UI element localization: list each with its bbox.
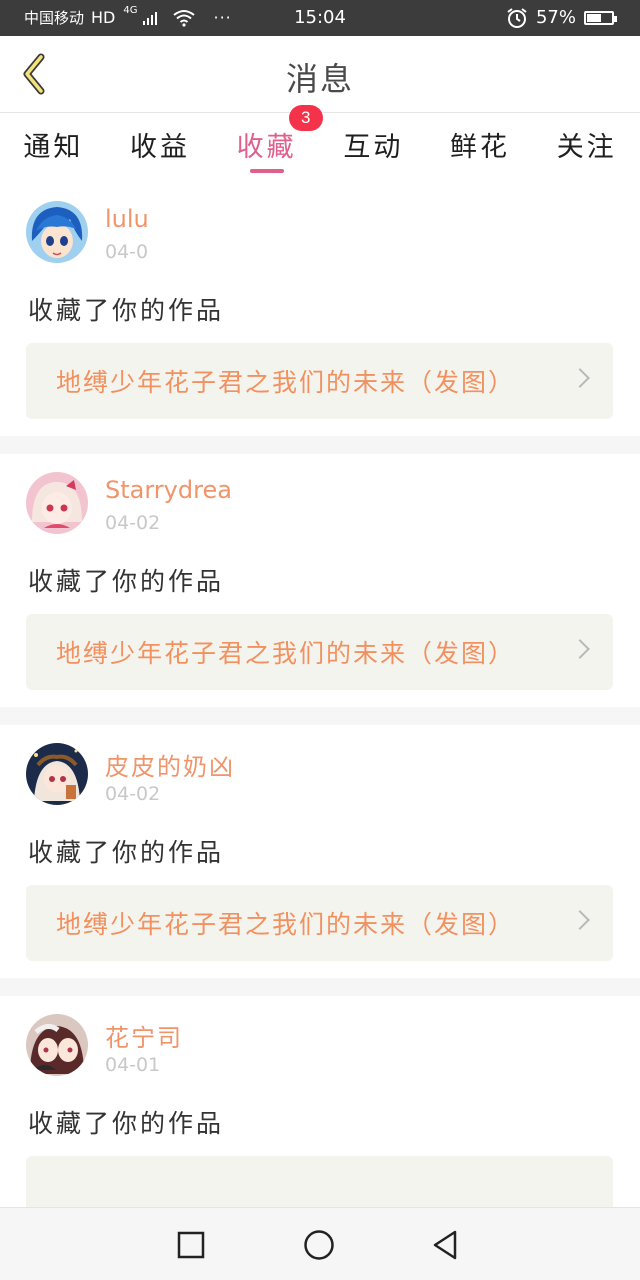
tab-label: 收益 [130, 132, 190, 163]
battery-icon [584, 11, 617, 25]
card-divider [0, 707, 640, 725]
card-divider [0, 436, 640, 454]
work-link[interactable]: 地缚少年花子君之我们的未来（发图） [26, 343, 613, 419]
home-button[interactable] [302, 1228, 336, 1262]
tab-label: 收藏 [236, 132, 297, 163]
work-link[interactable]: 地缚少年花子君之我们的未来（发图） [26, 885, 613, 961]
tab-label: 关注 [556, 132, 617, 163]
tab-active-indicator [249, 169, 284, 173]
tab-item[interactable]: 通知 [0, 113, 107, 183]
message-tabs: 通知 收益 收藏 3 互动 鲜花 关注 [0, 105, 640, 183]
alarm-icon [507, 8, 527, 28]
favorites-feed: lulu 04-0 收藏了你的作品 地缚少年花子君之我们的未来（发图） Starrydr… [0, 183, 640, 1249]
card-divider [0, 978, 640, 996]
circle-icon [304, 1230, 334, 1260]
app-header: 消息 [0, 36, 640, 113]
avatar[interactable] [26, 743, 88, 805]
back-nav-button[interactable] [428, 1228, 462, 1262]
action-text: 收藏了你的作品 [28, 838, 225, 867]
chevron-right-icon [570, 910, 590, 930]
date-label: 04-02 [105, 783, 161, 805]
work-title: 地缚少年花子君之我们的未来（发图） [56, 639, 516, 668]
date-label: 04-02 [105, 512, 161, 534]
action-text: 收藏了你的作品 [28, 1109, 225, 1138]
favorite-card: lulu 04-0 收藏了你的作品地缚少年花子君之我们的未来（发图） [0, 183, 640, 436]
page-title: 消息 [285, 60, 354, 98]
work-title: 地缚少年花子君之我们的未来（发图） [56, 910, 516, 939]
tab-item[interactable]: 关注 [533, 113, 640, 183]
status-right: 57% [506, 7, 617, 29]
system-nav-bar [0, 1207, 640, 1280]
chevron-right-icon [570, 639, 590, 659]
action-text: 收藏了你的作品 [28, 567, 225, 596]
tab-item[interactable]: 收益 [107, 113, 214, 183]
tab-label: 鲜花 [450, 132, 511, 163]
username[interactable]: Starrydrea [105, 476, 232, 504]
username[interactable]: 花宁司 [105, 1018, 183, 1053]
favorite-card: Starrydrea 04-02 收藏了你的作品地缚少年花子君之我们的未来（发图） [0, 454, 640, 707]
avatar[interactable] [26, 472, 88, 534]
username[interactable]: 皮皮的奶凶 [105, 747, 235, 782]
tab-item[interactable]: 鲜花 [427, 113, 534, 183]
chevron-right-icon [570, 368, 590, 388]
tab-label: 互动 [343, 132, 404, 163]
date-label: 04-0 [105, 241, 149, 263]
screen: 中国移动 HD 4G ··· 15:04 57% 消息 通知 收益 收藏 3 互… [0, 0, 640, 1280]
battery-level [587, 14, 601, 22]
recents-button[interactable] [174, 1228, 208, 1262]
work-link[interactable]: 地缚少年花子君之我们的未来（发图） [26, 614, 613, 690]
avatar[interactable] [26, 1014, 88, 1076]
triangle-back-icon [433, 1230, 457, 1260]
tab-badge: 3 [288, 105, 323, 131]
battery-percent: 57% [535, 7, 576, 28]
tab-label: 通知 [23, 132, 84, 163]
action-text: 收藏了你的作品 [28, 296, 225, 325]
tab-item[interactable]: 收藏 3 [213, 105, 323, 183]
favorite-card: 皮皮的奶凶 04-02 收藏了你的作品地缚少年花子君之我们的未来（发图） [0, 725, 640, 978]
avatar[interactable] [26, 201, 88, 263]
tab-item[interactable]: 互动 [320, 113, 427, 183]
work-title: 地缚少年花子君之我们的未来（发图） [56, 368, 516, 397]
square-icon [177, 1231, 205, 1259]
username[interactable]: lulu [105, 205, 149, 233]
date-label: 04-01 [105, 1054, 161, 1076]
status-bar: 中国移动 HD 4G ··· 15:04 57% [0, 0, 640, 36]
